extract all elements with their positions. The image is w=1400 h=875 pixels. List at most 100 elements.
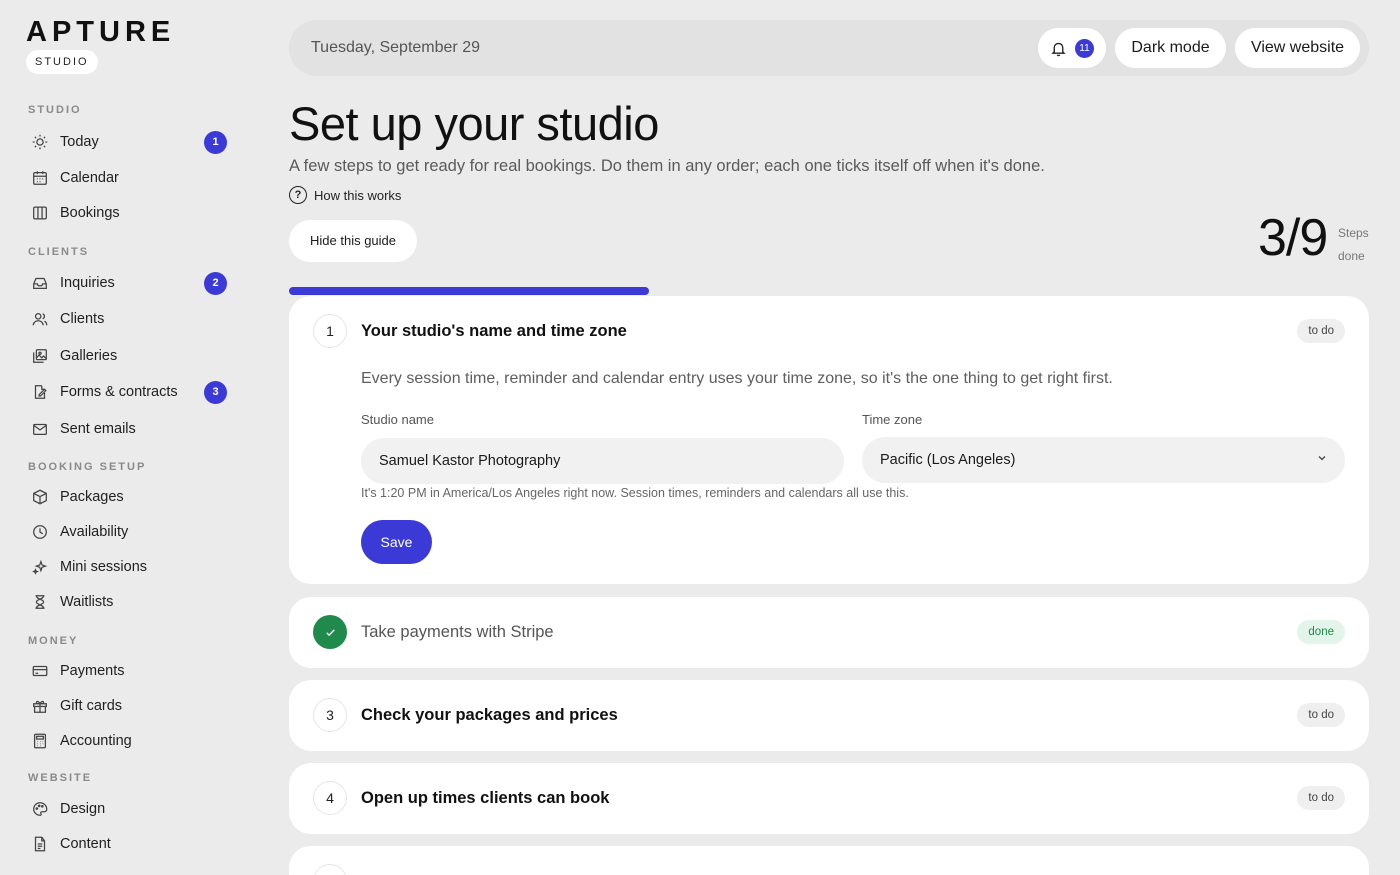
- time-zone-label: Time zone: [862, 412, 923, 427]
- sidebar-item-label: Gift cards: [60, 698, 123, 714]
- page-subtitle: A few steps to get ready for real bookin…: [289, 157, 1045, 175]
- section-booking-setup: BOOKING SETUP: [28, 461, 147, 473]
- palette-icon: [30, 799, 50, 819]
- time-zone-select[interactable]: Pacific (Los Angeles): [862, 437, 1345, 483]
- sidebar-item-label: Mini sessions: [60, 559, 148, 575]
- sidebar-item-label: Content: [60, 836, 111, 852]
- step-title[interactable]: Your studio's name and time zone: [361, 322, 627, 341]
- how-this-works-label: How this works: [314, 187, 402, 203]
- how-this-works-link[interactable]: ? How this works: [289, 186, 401, 204]
- sidebar-item-galleries[interactable]: Galleries: [30, 341, 230, 371]
- hide-guide-button[interactable]: Hide this guide: [289, 220, 417, 262]
- steps-label-line-2: done: [1338, 249, 1365, 263]
- sidebar-item-label: Waitlists: [60, 594, 114, 610]
- setup-progress-bar: [289, 287, 1369, 295]
- sidebar-item-payments[interactable]: Payments: [30, 656, 230, 686]
- sidebar-item-label: Inquiries: [60, 275, 115, 291]
- section-studio: STUDIO: [28, 104, 82, 116]
- card-icon: [30, 661, 50, 681]
- step-title: Open up times clients can book: [361, 789, 610, 807]
- status-badge: to do: [1297, 319, 1345, 343]
- time-zone-value: Pacific (Los Angeles): [880, 452, 1016, 468]
- view-website-button[interactable]: View website: [1235, 28, 1360, 68]
- studio-name-label: Studio name: [361, 412, 434, 427]
- sidebar-item-accounting[interactable]: Accounting: [30, 726, 230, 756]
- status-badge: to do: [1297, 786, 1345, 810]
- chevron-down-icon: [1318, 456, 1326, 461]
- columns-icon: [30, 203, 50, 223]
- sidebar-item-label: Design: [60, 801, 106, 817]
- users-icon: [30, 309, 50, 329]
- bell-icon: [1050, 40, 1067, 57]
- inbox-icon: [30, 273, 50, 293]
- sidebar-item-availability[interactable]: Availability: [30, 517, 230, 547]
- sidebar-item-forms[interactable]: Forms & contracts 3: [30, 377, 230, 407]
- sidebar-item-mini-sessions[interactable]: Mini sessions: [30, 552, 230, 582]
- sun-icon: [30, 132, 50, 152]
- brand-logo[interactable]: APTURE: [26, 16, 176, 48]
- time-zone-helper: It's 1:20 PM in America/Los Angeles righ…: [361, 486, 909, 500]
- sparkle-icon: [30, 557, 50, 577]
- sidebar-item-label: Galleries: [60, 348, 118, 364]
- sidebar-item-label: Bookings: [60, 205, 120, 221]
- top-bar: Tuesday, September 29 11 Dark mode View …: [289, 20, 1369, 76]
- sidebar-item-packages[interactable]: Packages: [30, 482, 230, 512]
- today-count-badge: 1: [204, 130, 227, 154]
- step-number: 3: [313, 698, 347, 732]
- step-card-2[interactable]: Take payments with Stripe done: [289, 597, 1369, 668]
- step-title: Check your packages and prices: [361, 706, 618, 724]
- step-description: Every session time, reminder and calenda…: [361, 370, 1113, 387]
- sidebar-item-clients[interactable]: Clients: [30, 304, 230, 334]
- steps-done-label: Steps done: [1338, 222, 1378, 268]
- studio-name-input[interactable]: Samuel Kastor Photography: [361, 438, 844, 484]
- page-title: Set up your studio: [289, 97, 659, 150]
- hourglass-icon: [30, 592, 50, 612]
- save-button[interactable]: Save: [361, 520, 432, 564]
- step-number: 4: [313, 781, 347, 815]
- setup-progress-fill: [289, 287, 649, 295]
- sidebar-item-waitlists[interactable]: Waitlists: [30, 587, 230, 617]
- step-title: Take payments with Stripe: [361, 623, 554, 641]
- studio-badge: STUDIO: [26, 50, 98, 74]
- steps-done-count: 3/9: [1258, 209, 1328, 267]
- document-icon: [30, 834, 50, 854]
- sidebar-item-inquiries[interactable]: Inquiries 2: [30, 268, 230, 298]
- step-card-5[interactable]: [289, 846, 1369, 875]
- mail-icon: [30, 419, 50, 439]
- sidebar-item-design[interactable]: Design: [30, 794, 230, 824]
- check-icon: [313, 615, 347, 649]
- calendar-icon: [30, 168, 50, 188]
- forms-count-badge: 3: [204, 380, 227, 404]
- sidebar: APTURE STUDIO STUDIO Today 1 Calendar Bo…: [0, 0, 258, 875]
- document-pen-icon: [30, 382, 50, 402]
- section-clients: CLIENTS: [28, 246, 90, 258]
- sidebar-item-label: Payments: [60, 663, 125, 679]
- sidebar-item-bookings[interactable]: Bookings: [30, 198, 230, 228]
- step-card-4[interactable]: 4 Open up times clients can book to do: [289, 763, 1369, 834]
- sidebar-item-label: Calendar: [60, 170, 119, 186]
- logo-text: APTURE: [26, 16, 176, 48]
- sidebar-item-calendar[interactable]: Calendar: [30, 163, 230, 193]
- sidebar-item-today[interactable]: Today 1: [30, 127, 230, 157]
- sidebar-item-gift-cards[interactable]: Gift cards: [30, 691, 230, 721]
- step-number: 1: [313, 314, 347, 348]
- dark-mode-button[interactable]: Dark mode: [1115, 28, 1226, 68]
- sidebar-item-content[interactable]: Content: [30, 829, 230, 859]
- sidebar-item-sent-emails[interactable]: Sent emails: [30, 414, 230, 444]
- step-card-3[interactable]: 3 Check your packages and prices to do: [289, 680, 1369, 751]
- sidebar-item-label: Packages: [60, 489, 124, 505]
- notifications-button[interactable]: 11: [1038, 28, 1106, 68]
- image-icon: [30, 346, 50, 366]
- sidebar-item-label: Accounting: [60, 733, 132, 749]
- status-badge: done: [1297, 620, 1345, 644]
- sidebar-item-label: Clients: [60, 311, 105, 327]
- clock-icon: [30, 522, 50, 542]
- section-website: WEBSITE: [28, 772, 93, 784]
- step-number: [313, 864, 347, 875]
- package-icon: [30, 487, 50, 507]
- question-icon: ?: [289, 186, 307, 204]
- calculator-icon: [30, 731, 50, 751]
- current-date: Tuesday, September 29: [311, 39, 480, 56]
- sidebar-item-label: Availability: [60, 524, 129, 540]
- steps-label-line-1: Steps: [1338, 226, 1369, 240]
